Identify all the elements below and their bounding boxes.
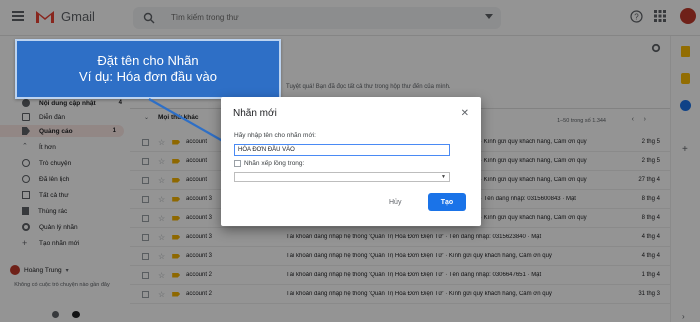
chevron-down-icon: ▼ xyxy=(441,174,446,180)
create-button[interactable]: Tạo xyxy=(428,193,466,211)
nest-label-caption: Nhãn xếp lồng trong: xyxy=(244,160,305,167)
dialog-title: Nhãn mới xyxy=(233,108,277,119)
label-name-caption: Hãy nhập tên cho nhãn mới: xyxy=(234,132,316,139)
callout-line-2: Ví dụ: Hóa đơn đầu vào xyxy=(79,69,217,84)
new-label-dialog: Nhãn mới ✕ Hãy nhập tên cho nhãn mới: HÓ… xyxy=(221,97,481,226)
instruction-callout: Đặt tên cho Nhãn Ví dụ: Hóa đơn đầu vào xyxy=(15,39,281,99)
cancel-button[interactable]: Hủy xyxy=(389,199,401,206)
nest-checkbox[interactable] xyxy=(234,160,241,167)
nest-label-option[interactable]: Nhãn xếp lồng trong: xyxy=(234,160,304,167)
close-icon[interactable]: ✕ xyxy=(461,108,469,119)
parent-label-select[interactable]: ▼ xyxy=(234,172,450,182)
label-name-input[interactable]: HÓA ĐƠN ĐẦU VÀO xyxy=(234,144,450,156)
callout-line-1: Đặt tên cho Nhãn xyxy=(97,53,199,68)
